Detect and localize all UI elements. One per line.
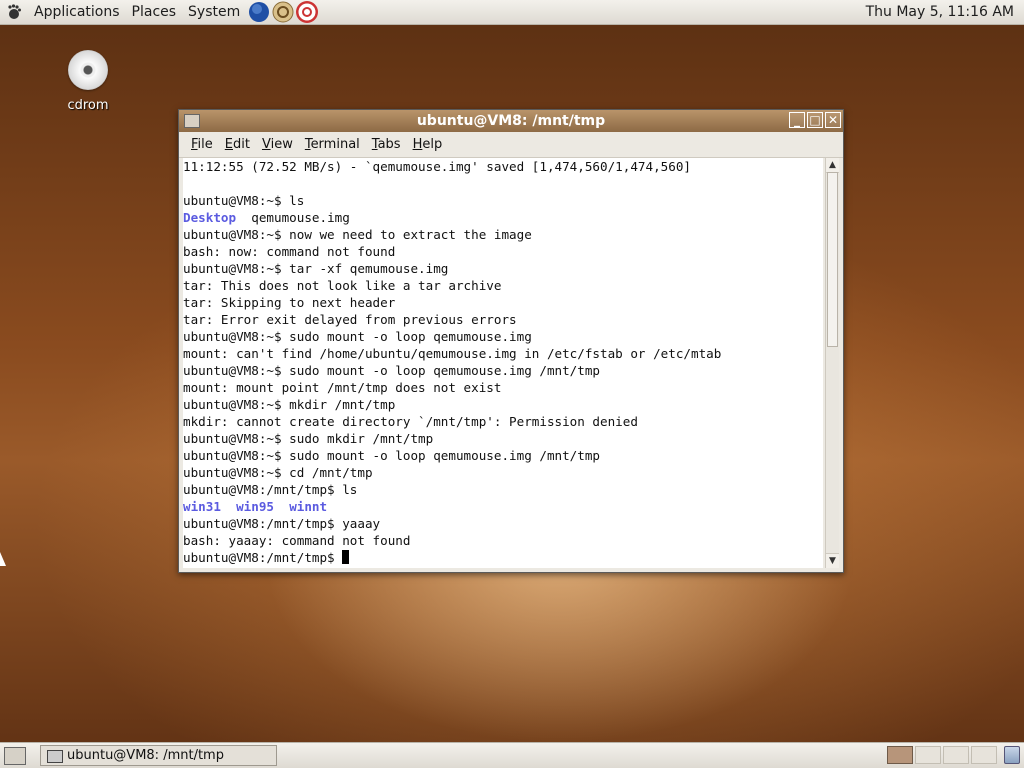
terminal-line: ubuntu@VM8:~$ sudo mount -o loop qemumou… [183,329,532,344]
terminal-icon[interactable] [184,114,200,128]
top-panel: Applications Places System Thu May 5, 11… [0,0,1024,25]
scroll-down-arrow-icon[interactable]: ▼ [826,553,839,568]
menu-tabs[interactable]: Tabs [366,137,407,152]
terminal-line: ubuntu@VM8:/mnt/tmp$ ls [183,482,358,497]
terminal-line: ubuntu@VM8:~$ sudo mount -o loop qemumou… [183,448,601,463]
workspace-3[interactable] [943,746,969,764]
terminal-line: ubuntu@VM8:~$ sudo mkdir /mnt/tmp [183,431,434,446]
show-desktop-icon[interactable] [4,747,26,765]
terminal-line: ubuntu@VM8:~$ sudo mount -o loop qemumou… [183,363,601,378]
terminal-icon [47,750,63,763]
terminal-line: ubuntu@VM8:~$ ls [183,193,305,208]
workspace-1[interactable] [887,746,913,764]
vertical-scrollbar[interactable]: ▲ ▼ [825,158,839,568]
system-menu[interactable]: System [182,4,246,20]
terminal-line: tar: This does not look like a tar archi… [183,278,502,293]
gnome-foot-icon[interactable] [6,4,22,20]
terminal-line: ubuntu@VM8:~$ mkdir /mnt/tmp [183,397,396,412]
terminal-line: ubuntu@VM8:~$ cd /mnt/tmp [183,465,373,480]
maximize-button[interactable]: □ [807,112,823,128]
mouse-pointer-icon [0,552,6,566]
terminal-line: mkdir: cannot create directory `/mnt/tmp… [183,414,638,429]
terminal-line: bash: yaaay: command not found [183,533,411,548]
terminal-line: tar: Error exit delayed from previous er… [183,312,517,327]
window-titlebar[interactable]: ubuntu@VM8: /mnt/tmp _ □ ✕ [179,110,843,132]
window-controls: _ □ ✕ [787,112,841,128]
places-menu[interactable]: Places [126,4,183,20]
cdrom-icon [68,50,108,90]
workspace-switcher [887,746,999,764]
close-button[interactable]: ✕ [825,112,841,128]
menu-edit[interactable]: Edit [219,137,256,152]
terminal-line: ubuntu@VM8:/mnt/tmp$ yaaay [183,516,381,531]
terminal-line: ubuntu@VM8:/mnt/tmp$ [183,549,823,566]
terminal-line: ubuntu@VM8:~$ tar -xf qemumouse.img [183,261,449,276]
clock[interactable]: Thu May 5, 11:16 AM [866,4,1014,20]
menu-help[interactable]: Help [407,137,449,152]
applications-menu[interactable]: Applications [28,4,126,20]
minimize-button[interactable]: _ [789,112,805,128]
taskbar-label: ubuntu@VM8: /mnt/tmp [67,748,224,763]
terminal-line: mount: mount point /mnt/tmp does not exi… [183,380,502,395]
web-browser-icon[interactable] [248,1,270,23]
terminal-line: tar: Skipping to next header [183,295,396,310]
desktop-icon-label: cdrom [67,98,109,113]
desktop-icon-cdrom[interactable]: cdrom [60,50,116,113]
menu-file[interactable]: File [185,137,219,152]
scroll-up-arrow-icon[interactable]: ▲ [826,158,839,173]
terminal-menubar: File Edit View Terminal Tabs Help [179,132,843,158]
terminal-line: 11:12:55 (72.52 MB/s) - `qemumouse.img' … [183,159,691,174]
menu-terminal[interactable]: Terminal [299,137,366,152]
workspace-2[interactable] [915,746,941,764]
text-cursor [342,550,350,564]
bottom-panel: ubuntu@VM8: /mnt/tmp [0,742,1024,768]
mail-icon[interactable] [272,1,294,23]
terminal-line: ubuntu@VM8:~$ now we need to extract the… [183,227,532,242]
scrollbar-thumb[interactable] [827,172,838,347]
workspace-4[interactable] [971,746,997,764]
help-icon[interactable] [296,1,319,23]
window-title: ubuntu@VM8: /mnt/tmp [416,113,606,129]
terminal-line: Desktop qemumouse.img [183,210,350,225]
taskbar-button-terminal[interactable]: ubuntu@VM8: /mnt/tmp [40,745,277,766]
terminal-line: win31 win95 winnt [183,499,328,514]
terminal-output[interactable]: 11:12:55 (72.52 MB/s) - `qemumouse.img' … [183,158,823,568]
terminal-window[interactable]: ubuntu@VM8: /mnt/tmp _ □ ✕ File Edit View T… [178,109,844,573]
menu-view[interactable]: View [256,137,299,152]
trash-icon[interactable] [1004,746,1020,764]
terminal-line: mount: can't find /home/ubuntu/qemumouse… [183,346,722,361]
terminal-line: bash: now: command not found [183,244,396,259]
